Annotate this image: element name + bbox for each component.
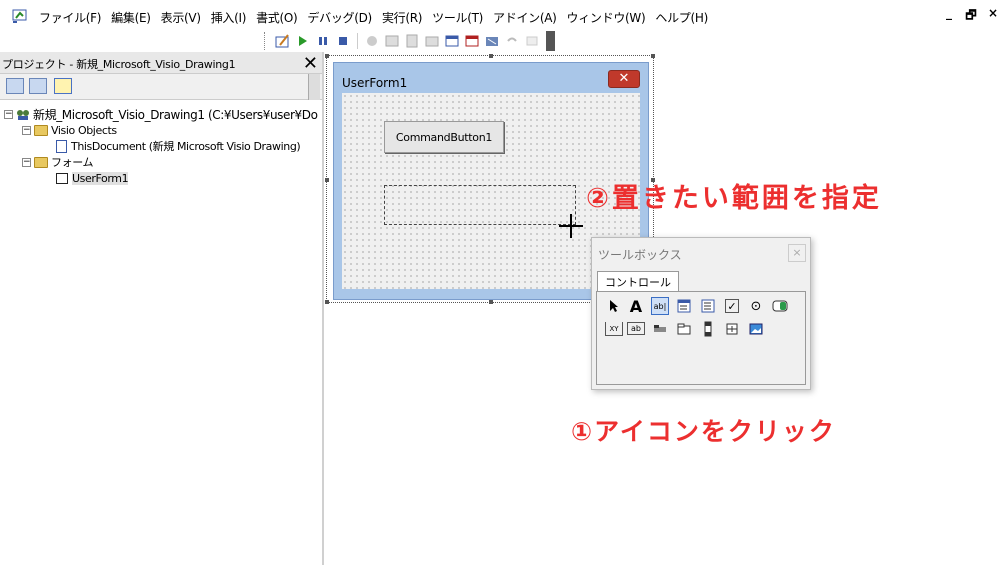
toolbox-close-button[interactable]: ×	[788, 244, 806, 262]
close-window-icon[interactable]: ×	[987, 6, 999, 27]
command-button-1[interactable]: CommandButton1	[384, 121, 504, 153]
multipage-icon[interactable]	[675, 320, 693, 338]
menu-format[interactable]: 書式(O)	[251, 7, 302, 28]
toolbox-panel: A ab| ✓ ⊙ XY ab	[596, 291, 806, 385]
image-icon[interactable]	[747, 320, 765, 338]
annotation-step1: ①アイコンをクリック	[571, 417, 836, 446]
menu-file[interactable]: ファイル(F)	[34, 7, 106, 28]
collapse-icon[interactable]: −	[22, 125, 31, 135]
vba-project-icon	[17, 109, 29, 120]
menu-debug[interactable]: デバッグ(D)	[302, 7, 377, 28]
toolbox-window[interactable]: ツールボックス × コントロール A ab| ✓ ⊙ XY ab	[591, 237, 811, 390]
vbe-app-icon[interactable]	[12, 8, 28, 24]
resize-handle[interactable]	[325, 300, 329, 304]
toolbox-icon[interactable]	[484, 33, 500, 49]
crosshair-cursor-icon	[559, 214, 583, 238]
restore-icon[interactable]: 🗗	[965, 6, 977, 27]
menu-tools[interactable]: ツール(T)	[427, 7, 488, 28]
tabstrip-icon[interactable]	[651, 320, 669, 338]
tree-root[interactable]: − 新規_Microsoft_Visio_Drawing1 (C:¥Users¥…	[4, 106, 318, 122]
project-close-icon[interactable]: ✕	[303, 53, 318, 74]
userform-icon[interactable]	[444, 33, 460, 49]
stop-icon[interactable]	[335, 33, 351, 49]
tree-this-document-label: ThisDocument (新規 Microsoft Visio Drawing…	[71, 140, 301, 153]
menu-edit[interactable]: 編集(E)	[106, 7, 155, 28]
listbox-icon[interactable]	[699, 297, 717, 315]
toolbar-dropdown[interactable]	[546, 31, 555, 51]
userform-close-button[interactable]: ✕	[608, 70, 640, 88]
view-code-icon[interactable]	[6, 78, 24, 94]
resize-handle[interactable]	[489, 300, 493, 304]
menu-addins[interactable]: アドイン(A)	[488, 7, 561, 28]
tree-userform[interactable]: UserForm1	[56, 170, 129, 186]
tree-this-document[interactable]: ThisDocument (新規 Microsoft Visio Drawing…	[56, 138, 301, 154]
resize-handle[interactable]	[489, 54, 493, 58]
label-icon[interactable]: A	[627, 297, 645, 316]
properties-icon[interactable]	[404, 33, 420, 49]
toolbox-tab-controls[interactable]: コントロール	[597, 271, 679, 291]
checkbox-icon[interactable]: ✓	[725, 299, 739, 313]
folder-icon	[34, 124, 48, 136]
toolbox-title: ツールボックス	[598, 248, 682, 262]
frame-icon[interactable]: XY	[605, 322, 623, 336]
commandbutton-icon[interactable]: ab	[627, 322, 645, 335]
drag-selection-rect	[384, 185, 576, 225]
textbox-icon[interactable]: ab|	[651, 297, 669, 315]
pointer-icon[interactable]	[605, 297, 623, 315]
menu-view[interactable]: 表示(V)	[156, 7, 206, 28]
design-mode-icon[interactable]	[275, 33, 291, 49]
menu-window[interactable]: ウィンドウ(W)	[562, 7, 651, 28]
project-explorer-icon[interactable]	[384, 33, 400, 49]
folder-icon	[34, 156, 48, 168]
minimize-icon[interactable]: _	[943, 6, 955, 27]
window-controls: _ 🗗 ×	[943, 6, 999, 27]
toolbar-grip[interactable]	[264, 32, 267, 50]
toolbar	[264, 31, 555, 51]
project-explorer: プロジェクト - 新規_Microsoft_Visio_Drawing1 ✕ −…	[0, 52, 324, 565]
resize-handle[interactable]	[651, 54, 655, 58]
togglebutton-icon[interactable]	[771, 297, 789, 315]
tree-visio-objects[interactable]: − Visio Objects	[22, 122, 117, 138]
resize-handle[interactable]	[325, 54, 329, 58]
resize-handle[interactable]	[325, 178, 329, 182]
menu-bar: ファイル(F) 編集(E) 表示(V) 挿入(I) 書式(O) デバッグ(D) …	[0, 0, 1005, 32]
tree-forms[interactable]: − フォーム	[22, 154, 93, 170]
menu-items: ファイル(F) 編集(E) 表示(V) 挿入(I) 書式(O) デバッグ(D) …	[34, 7, 713, 28]
userform-icon	[56, 172, 68, 184]
menu-insert[interactable]: 挿入(I)	[206, 7, 251, 28]
tree-visio-objects-label: Visio Objects	[51, 123, 117, 137]
run-icon[interactable]	[295, 33, 311, 49]
document-icon	[56, 139, 67, 153]
combobox-icon[interactable]	[675, 297, 693, 315]
userform-title: UserForm1	[342, 76, 408, 90]
project-title-bar: プロジェクト - 新規_Microsoft_Visio_Drawing1 ✕	[0, 52, 322, 74]
module-icon[interactable]	[464, 33, 480, 49]
view-object-icon[interactable]	[29, 78, 47, 94]
scrollbar-icon[interactable]	[699, 320, 717, 338]
menu-run[interactable]: 実行(R)	[377, 7, 427, 28]
toggle-folders-icon[interactable]	[54, 78, 72, 94]
spinbutton-icon[interactable]	[723, 320, 741, 338]
menu-help[interactable]: ヘルプ(H)	[650, 7, 713, 28]
tree-userform-label: UserForm1	[72, 171, 129, 185]
project-title: プロジェクト - 新規_Microsoft_Visio_Drawing1	[2, 58, 236, 71]
redo-icon[interactable]	[524, 33, 540, 49]
tree-root-label: 新規_Microsoft_Visio_Drawing1 (C:¥Users¥us…	[33, 107, 318, 122]
tree-forms-label: フォーム	[51, 156, 94, 169]
object-browser-icon[interactable]	[424, 33, 440, 49]
annotation-step2: ②置きたい範囲を指定	[586, 183, 882, 214]
collapse-icon[interactable]: −	[4, 109, 13, 119]
project-toolbar	[0, 74, 322, 100]
optionbutton-icon[interactable]: ⊙	[747, 297, 765, 315]
undo-icon[interactable]	[504, 33, 520, 49]
collapse-icon[interactable]: −	[22, 157, 31, 167]
project-scrollbar[interactable]	[308, 74, 320, 100]
pause-icon[interactable]	[315, 33, 331, 49]
hand-icon[interactable]	[364, 33, 380, 49]
toolbar-separator	[357, 33, 358, 49]
